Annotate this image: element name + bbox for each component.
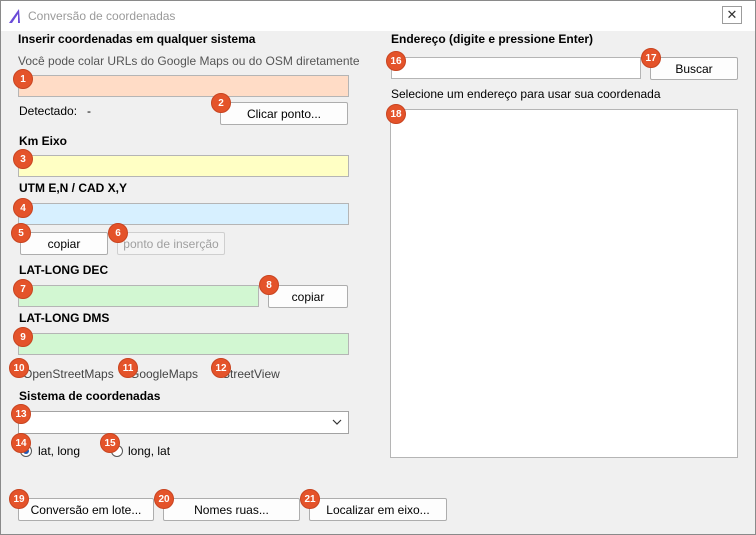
coordinate-system-select[interactable] (18, 411, 349, 434)
chevron-down-icon (332, 419, 342, 425)
latlong-dms-input[interactable] (18, 333, 349, 355)
address-input[interactable] (391, 57, 641, 79)
badge-10: 10 (9, 358, 29, 378)
select-address-hint: Selecione um endereço para usar sua coor… (391, 87, 661, 101)
close-button[interactable]: ✕ (722, 6, 742, 24)
latlong-dec-input[interactable] (18, 285, 259, 307)
search-button[interactable]: Buscar (650, 57, 738, 80)
close-icon: ✕ (726, 7, 738, 22)
app-logo-icon (9, 9, 20, 23)
insertion-point-button[interactable]: ponto de inserção (117, 232, 225, 255)
badge-21: 21 (300, 489, 320, 509)
googlemaps-link[interactable]: GoogleMaps (130, 367, 198, 381)
radio-lat-long-label: lat, long (38, 444, 81, 458)
insert-coordinates-header: Inserir coordenadas em qualquer sistema (18, 32, 256, 46)
km-axis-label: Km Eixo (19, 134, 68, 148)
badge-1: 1 (13, 69, 33, 89)
locate-in-axis-button[interactable]: Localizar em eixo... (309, 498, 447, 521)
openstreetmaps-link[interactable]: OpenStreetMaps (23, 367, 114, 381)
badge-20: 20 (154, 489, 174, 509)
badge-11: 11 (118, 358, 138, 378)
badge-18: 18 (386, 104, 406, 124)
window-title: Conversão de coordenadas (28, 9, 176, 23)
detected-label: Detectado: (19, 104, 78, 118)
paste-hint: Você pode colar URLs do Google Maps ou d… (18, 54, 360, 68)
address-results-list[interactable] (390, 109, 738, 458)
latlong-dec-label: LAT-LONG DEC (19, 263, 109, 277)
coordinate-conversion-window: Conversão de coordenadas ✕ Inserir coord… (0, 0, 756, 535)
badge-15: 15 (100, 433, 120, 453)
badge-3: 3 (13, 149, 33, 169)
badge-7: 7 (13, 279, 33, 299)
badge-4: 4 (13, 198, 33, 218)
coordinate-system-label: Sistema de coordenadas (19, 389, 161, 403)
coordinates-input[interactable] (18, 75, 349, 97)
latlong-dms-label: LAT-LONG DMS (19, 311, 110, 325)
badge-9: 9 (13, 327, 33, 347)
copy-utm-button[interactable]: copiar (20, 232, 108, 255)
title-bar: Conversão de coordenadas ✕ (1, 1, 755, 31)
badge-5: 5 (11, 223, 31, 243)
badge-12: 12 (211, 358, 231, 378)
utm-label: UTM E,N / CAD X,Y (19, 181, 128, 195)
street-names-button[interactable]: Nomes ruas... (163, 498, 300, 521)
address-header: Endereço (digite e pressione Enter) (391, 32, 594, 46)
km-axis-input[interactable] (18, 155, 349, 177)
badge-16: 16 (386, 51, 406, 71)
badge-19: 19 (9, 489, 29, 509)
utm-input[interactable] (18, 203, 349, 225)
batch-conversion-button[interactable]: Conversão em lote... (18, 498, 154, 521)
radio-long-lat-label: long, lat (128, 444, 171, 458)
badge-17: 17 (641, 48, 661, 68)
detected-value: - (87, 104, 91, 118)
badge-2: 2 (211, 93, 231, 113)
badge-6: 6 (108, 223, 128, 243)
copy-dec-button[interactable]: copiar (268, 285, 348, 308)
badge-8: 8 (259, 275, 279, 295)
badge-14: 14 (11, 433, 31, 453)
badge-13: 13 (11, 404, 31, 424)
click-point-button[interactable]: Clicar ponto... (220, 102, 348, 125)
